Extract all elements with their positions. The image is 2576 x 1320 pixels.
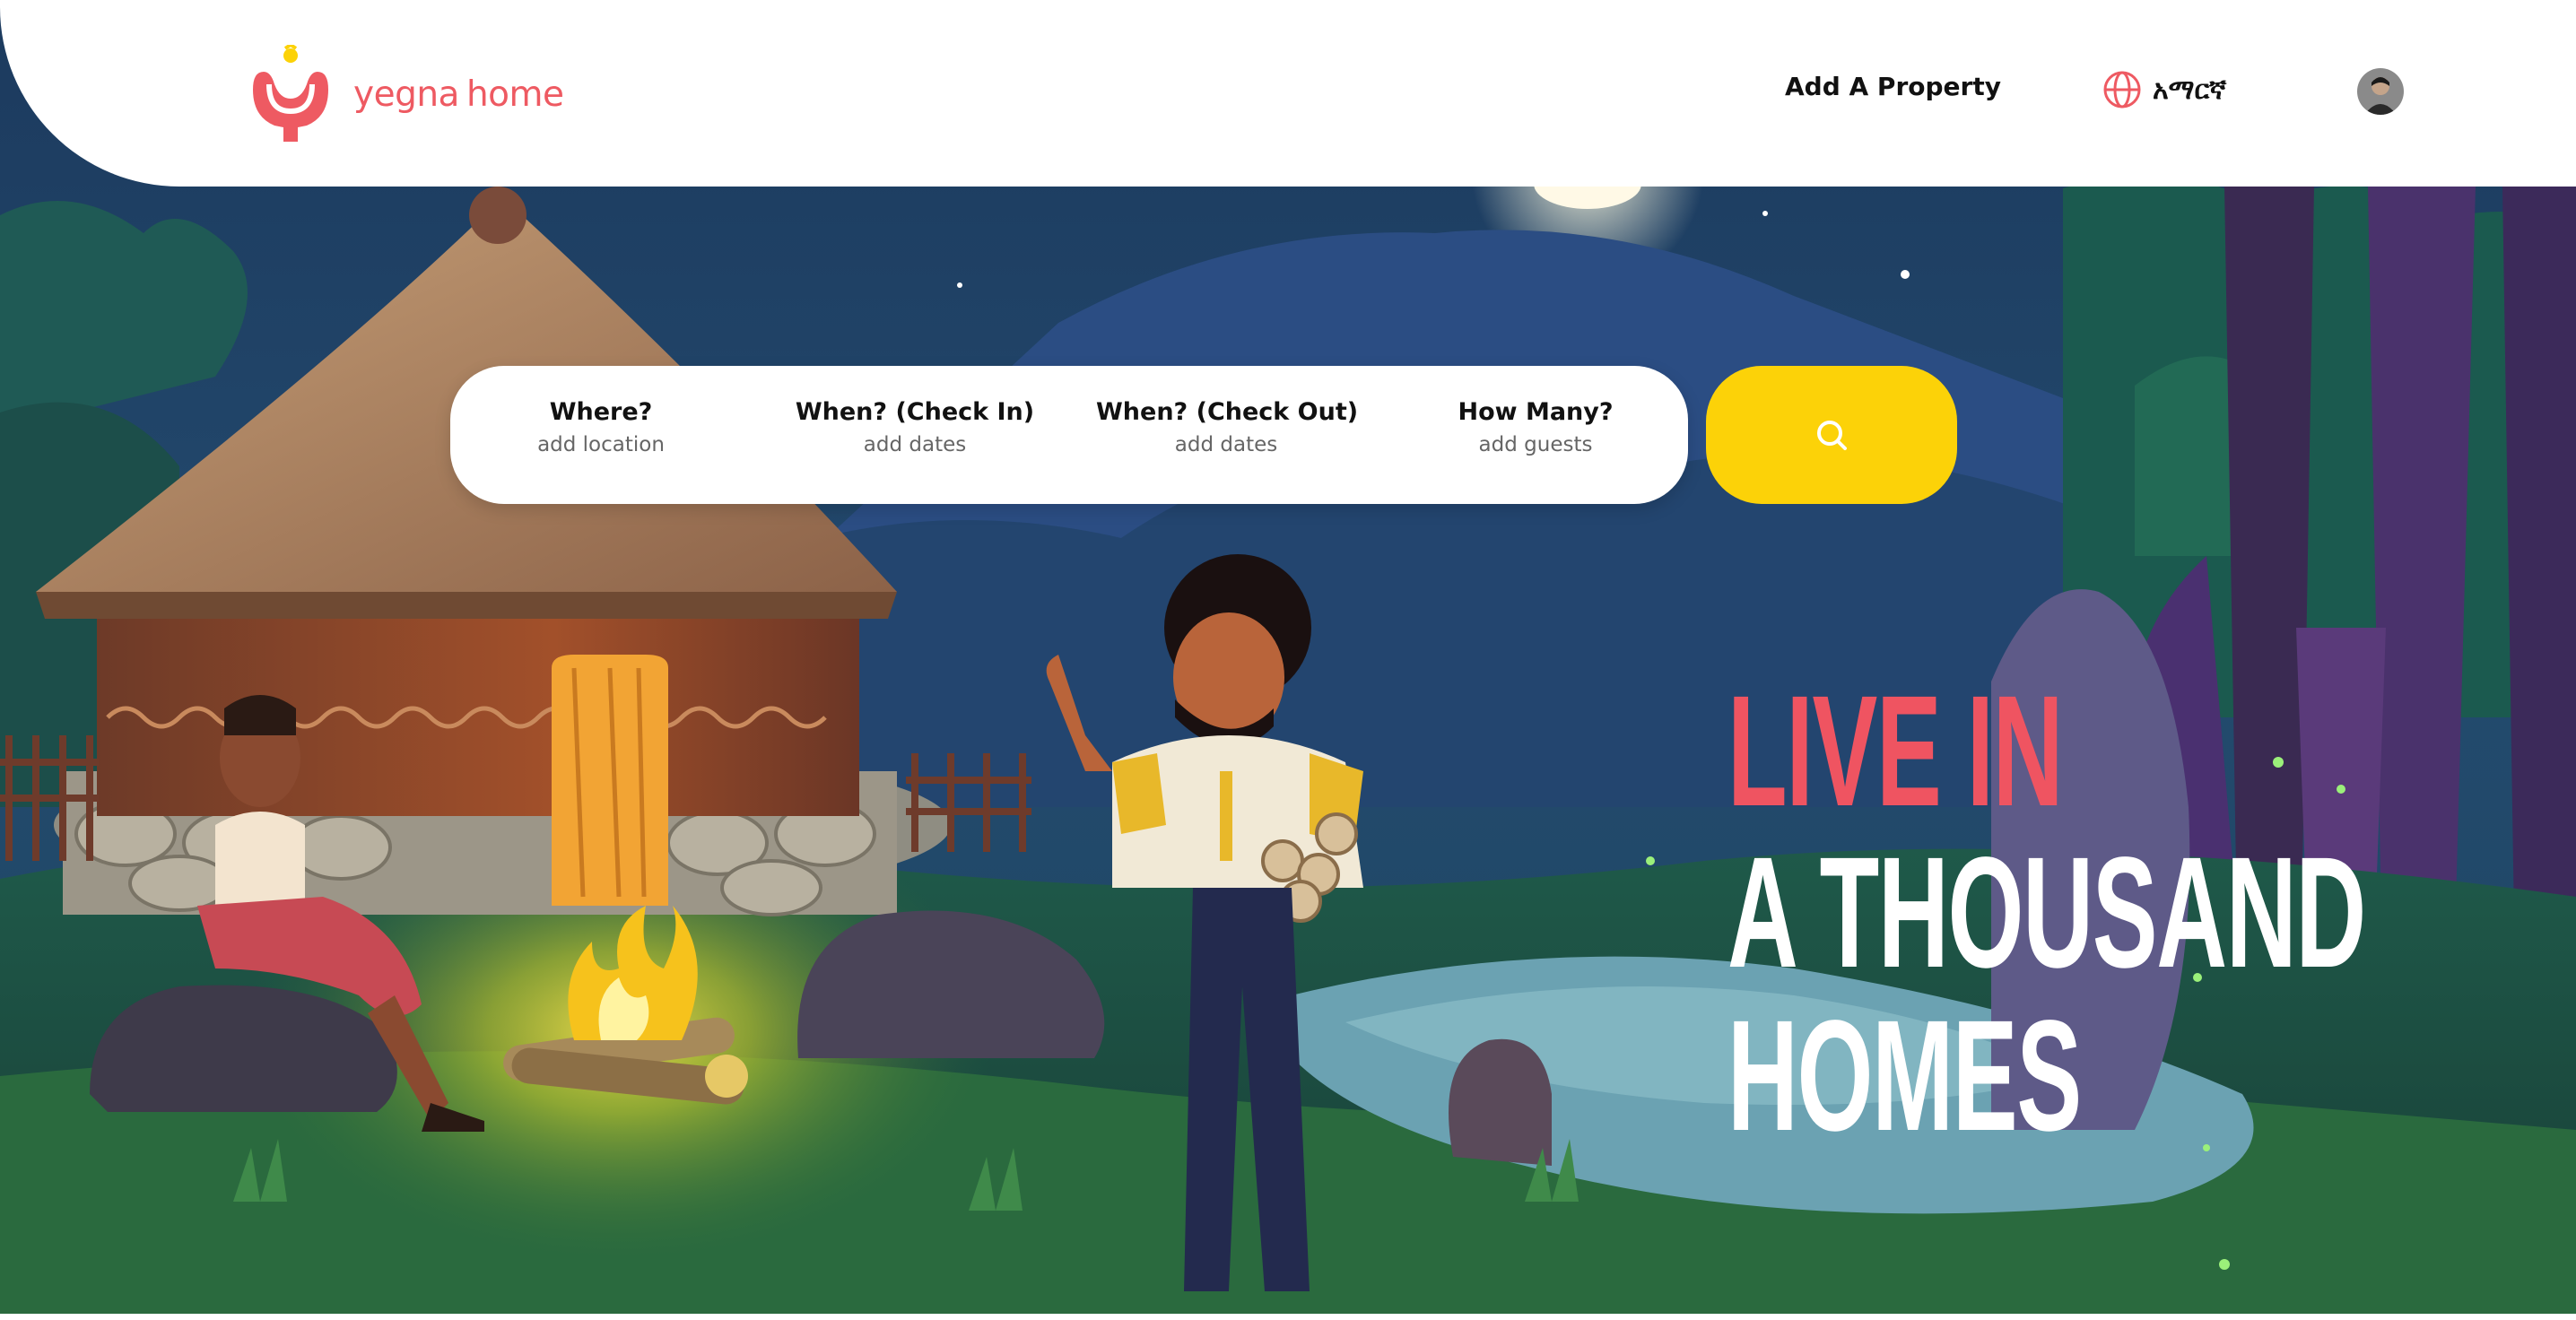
globe-icon xyxy=(2103,71,2141,109)
avatar[interactable] xyxy=(2357,68,2404,115)
logo-word-yegna: yegna xyxy=(353,74,459,115)
check-out-placeholder: add dates xyxy=(1174,433,1278,456)
check-in-field[interactable]: When? (Check In) add dates xyxy=(789,398,1040,456)
search-button[interactable] xyxy=(1706,366,1957,504)
guests-field[interactable]: How Many? add guests xyxy=(1428,398,1643,456)
where-field[interactable]: Where? add location xyxy=(493,398,709,456)
logo-wordmark: yegna home xyxy=(353,74,564,115)
hero-illustration xyxy=(0,0,2576,1314)
where-placeholder: add location xyxy=(537,433,665,456)
check-out-label: When? (Check Out) xyxy=(1096,398,1359,426)
language-label: አማርኛ xyxy=(2153,74,2227,106)
logo[interactable]: yegna home xyxy=(248,45,564,143)
search-icon xyxy=(1817,421,1847,450)
where-label: Where? xyxy=(549,398,653,426)
add-property-link[interactable]: Add A Property xyxy=(1785,72,2001,101)
headline-line-2: A THOUSAND xyxy=(1727,825,2366,1001)
search-bar: Where? add location When? (Check In) add… xyxy=(450,366,1688,504)
headline-line-1: LIVE IN xyxy=(1727,664,2064,839)
check-in-label: When? (Check In) xyxy=(795,398,1035,426)
logo-word-home: home xyxy=(466,74,564,115)
guests-label: How Many? xyxy=(1458,398,1614,426)
check-out-field[interactable]: When? (Check Out) add dates xyxy=(1096,398,1359,456)
logo-mark-icon xyxy=(253,45,328,142)
language-selector[interactable]: አማርኛ xyxy=(2102,70,2226,109)
guests-placeholder: add guests xyxy=(1478,433,1593,456)
check-in-placeholder: add dates xyxy=(863,433,967,456)
site-header: yegna home Add A Property አማርኛ xyxy=(0,0,2576,187)
user-avatar-icon xyxy=(2357,68,2404,115)
headline-line-3: HOMES xyxy=(1727,988,2082,1164)
